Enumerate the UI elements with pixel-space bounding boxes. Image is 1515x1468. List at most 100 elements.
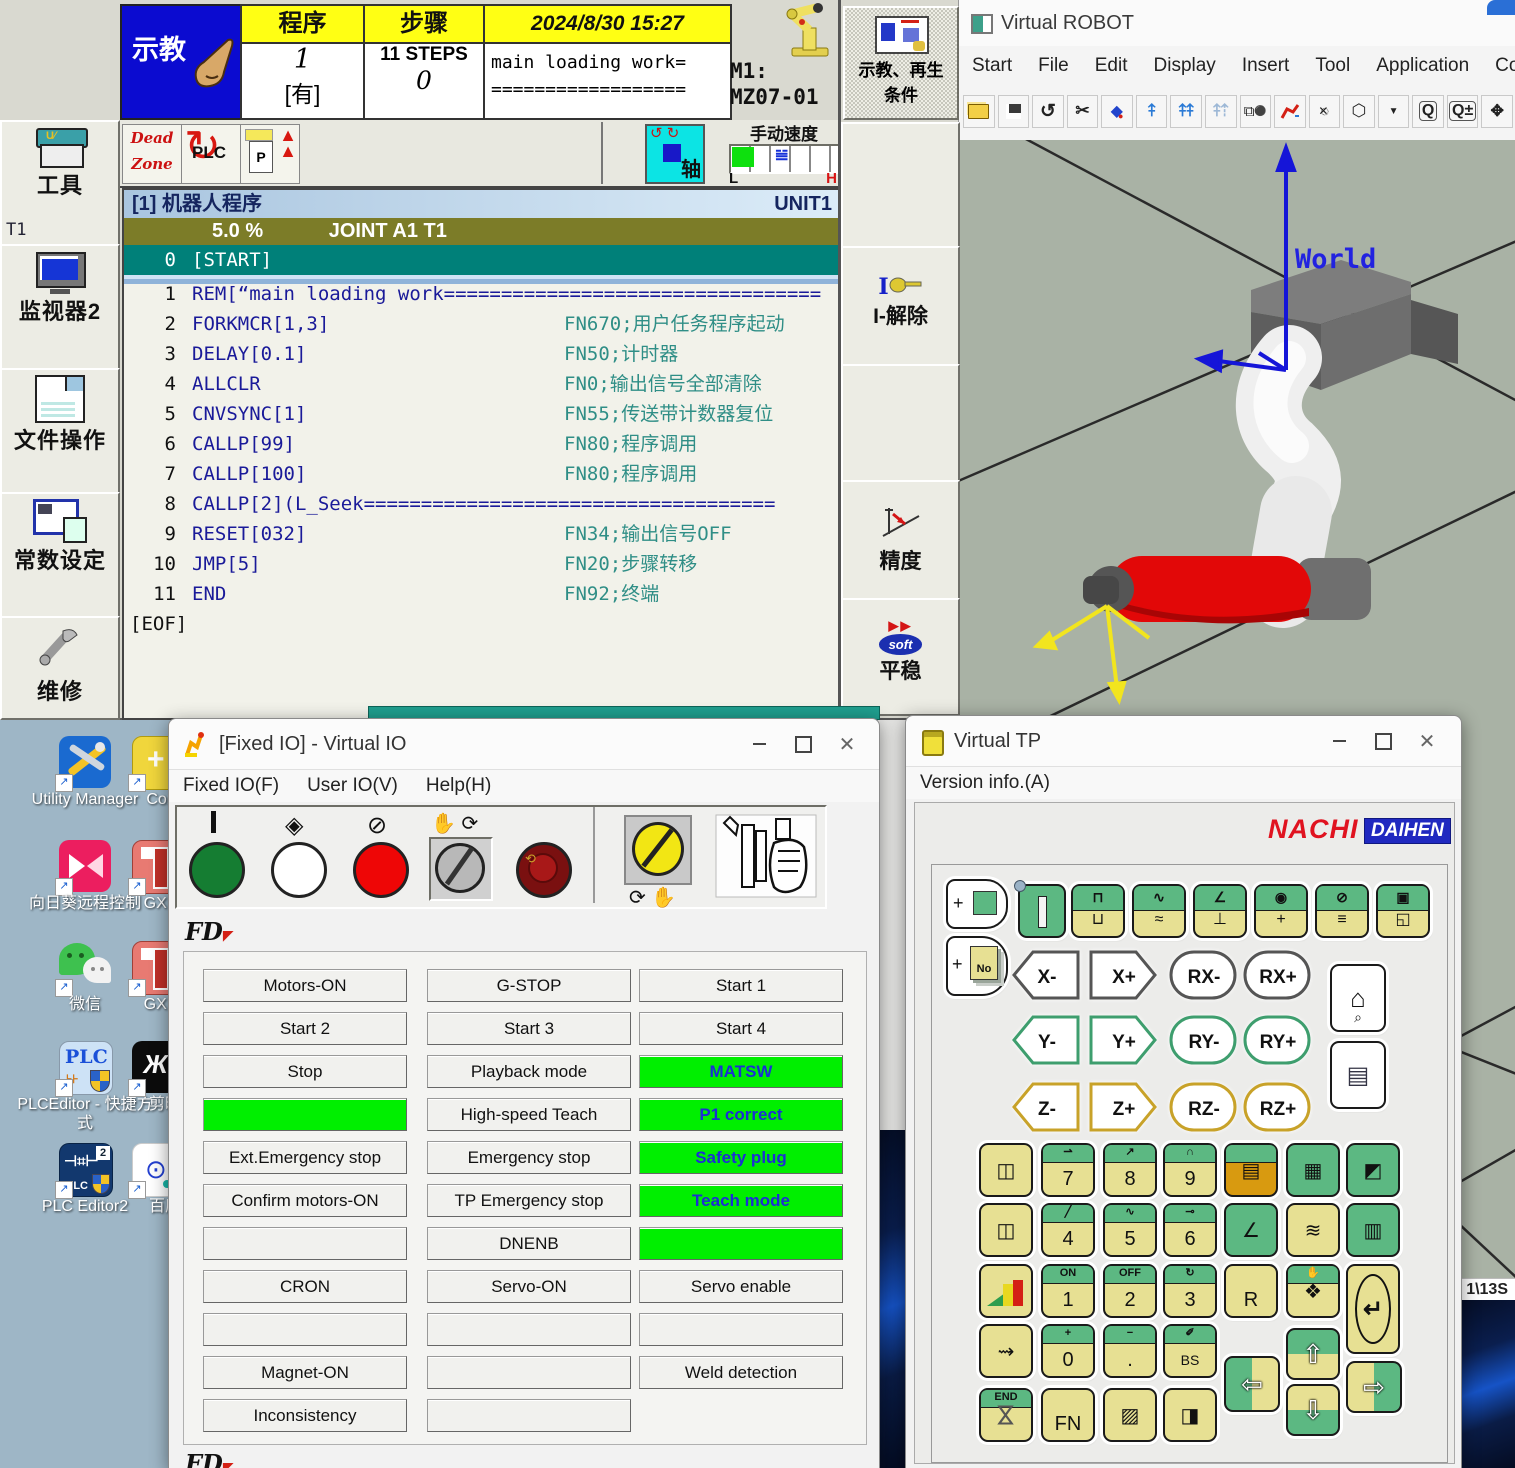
view-cube-icon[interactable]: ⬡ — [1343, 95, 1375, 128]
stop-lamp-button[interactable] — [353, 842, 409, 898]
key-7[interactable]: ⇀7 — [1041, 1143, 1095, 1197]
safety-plug-button[interactable]: Safety plug — [639, 1141, 843, 1174]
jog-key-RX+[interactable]: RX+ — [1242, 949, 1312, 1001]
jog-key-Y+[interactable]: Y+ — [1088, 1014, 1158, 1066]
jog-key-RZ+[interactable]: RZ+ — [1242, 1081, 1312, 1133]
io-blank-button[interactable] — [203, 1313, 407, 1346]
key-3[interactable]: ↻3 — [1163, 1264, 1217, 1318]
arrow-right-key[interactable]: ⇨ — [1346, 1361, 1402, 1413]
playback-mode-button[interactable]: Playback mode — [427, 1055, 631, 1088]
teach-playback-cond-button[interactable]: 示教、再生 条件 — [843, 6, 959, 120]
record-list-key[interactable]: ▤ — [1330, 1041, 1386, 1109]
servo-enable-button[interactable]: Servo enable — [639, 1270, 843, 1303]
blank-1[interactable] — [841, 122, 960, 248]
breaker-b-key[interactable]: ◫ — [979, 1203, 1033, 1257]
version-info-menu[interactable]: Version info.(A) — [920, 772, 1050, 794]
view-dropdown-icon[interactable]: ▼ — [1378, 95, 1410, 128]
key-6[interactable]: ⊸6 — [1163, 1203, 1217, 1257]
minimize-button[interactable] — [737, 729, 781, 759]
menu-insert[interactable]: Insert — [1242, 55, 1290, 77]
menu-tool[interactable]: Tool — [1315, 55, 1350, 77]
io-blank-button[interactable] — [203, 1098, 407, 1131]
key-5[interactable]: ∿5 — [1103, 1203, 1157, 1257]
arrow-down-key[interactable]: ⇩ — [1286, 1384, 1340, 1436]
edit-key[interactable]: ▨ — [1103, 1388, 1157, 1442]
breaker-a-key[interactable]: ◫ — [979, 1143, 1033, 1197]
robot-jog-icon[interactable] — [1274, 95, 1306, 128]
io-blank-button[interactable] — [639, 1227, 843, 1260]
desktop-icon-baidu[interactable]: ⊙↗ — [132, 1143, 168, 1195]
menu-display[interactable]: Display — [1154, 55, 1216, 77]
clamp-key[interactable]: ✋❖ — [1286, 1264, 1340, 1318]
frame-single-icon[interactable]: ⤉ — [1136, 95, 1168, 128]
overlap-key[interactable]: ▦ — [1286, 1143, 1340, 1197]
enable-grip-icon[interactable] — [714, 813, 818, 899]
io-blank-button[interactable] — [427, 1399, 631, 1432]
frame-ghost-icon[interactable]: ⤉⇡ — [1205, 95, 1237, 128]
menu-fixed-io-f-[interactable]: Fixed IO(F) — [183, 775, 279, 797]
desktop-icon-yplus[interactable]: +↗ — [132, 736, 168, 788]
confirm-motors-on-button[interactable]: Confirm motors-ON — [203, 1184, 407, 1217]
program-line-1[interactable]: 1REM[“main loading work=================… — [124, 279, 840, 309]
program-line-0[interactable]: 0[START] — [124, 245, 840, 279]
open-icon[interactable] — [963, 95, 995, 128]
axis-jog-button[interactable]: ↺ ↻ 轴 — [645, 124, 705, 184]
key-2[interactable]: OFF2 — [1103, 1264, 1157, 1318]
speed-key[interactable] — [979, 1264, 1033, 1318]
undo-icon[interactable]: ↺ — [1032, 95, 1064, 128]
key-bs[interactable]: ✐BS — [1163, 1324, 1217, 1378]
high-speed-teach-button[interactable]: High-speed Teach — [427, 1098, 631, 1131]
tp-emergency-stop-button[interactable]: TP Emergency stop — [427, 1184, 631, 1217]
start-3-button[interactable]: Start 3 — [427, 1012, 631, 1045]
servo-on-button[interactable]: Servo-ON — [427, 1270, 631, 1303]
desktop-icon-jy[interactable]: Ж↗ — [132, 1041, 168, 1093]
program-line-5[interactable]: 5CNVSYNC[1]FN55;传送带计数器复位 — [124, 399, 840, 429]
ext-emergency-stop-button[interactable]: Ext.Emergency stop — [203, 1141, 407, 1174]
program-line-4[interactable]: 4ALLCLRFN0;输出信号全部清除 — [124, 369, 840, 399]
plc-button[interactable]: ↻ PLC — [181, 124, 241, 184]
magnet-on-button[interactable]: Magnet-ON — [203, 1356, 407, 1389]
g-stop-button[interactable]: G-STOP — [427, 969, 631, 1002]
program-line-8[interactable]: 8CALLP[2](L_Seek========================… — [124, 489, 840, 519]
start-4-button[interactable]: Start 4 — [639, 1012, 843, 1045]
window-change-key[interactable]: + — [946, 879, 1008, 929]
program-line-9[interactable]: 9RESET[032]FN34;输出信号OFF — [124, 519, 840, 549]
motors-on-button[interactable]: Motors-ON — [203, 969, 407, 1002]
program-line-11[interactable]: 11ENDFN92;终端 — [124, 579, 840, 609]
teach-mode-button[interactable]: Teach mode — [639, 1184, 843, 1217]
program-line-10[interactable]: 10JMP[5]FN20;步骤转移 — [124, 549, 840, 579]
close-button[interactable]: ✕ — [825, 729, 869, 759]
object-drop-icon[interactable]: ⧉⚫ — [1240, 95, 1272, 128]
key-1[interactable]: ON1 — [1041, 1264, 1095, 1318]
search-key[interactable]: ⌂⌕ — [1330, 964, 1386, 1032]
cycle-lamp-button[interactable] — [271, 842, 327, 898]
page-key[interactable]: +No — [946, 936, 1008, 996]
smooth-button[interactable]: ▶▶soft平稳 — [841, 598, 960, 716]
dnenb-button[interactable]: DNENB — [427, 1227, 631, 1260]
jog-key-X+[interactable]: X+ — [1088, 949, 1158, 1001]
menu-application[interactable]: Application — [1376, 55, 1469, 77]
jog-key-RY-[interactable]: RY- — [1168, 1014, 1238, 1066]
close-button[interactable]: ✕ — [1405, 726, 1449, 756]
jog-key-RX-[interactable]: RX- — [1168, 949, 1238, 1001]
screen-switch-key[interactable]: ▣◱ — [1376, 884, 1430, 938]
mode-selector-switch[interactable] — [429, 837, 493, 901]
axis-op-key[interactable]: ∠ — [1224, 1203, 1278, 1257]
io-blank-button[interactable] — [427, 1313, 631, 1346]
start-1-button[interactable]: Start 1 — [639, 969, 843, 1002]
sidebar-item-2[interactable]: 监视器2 — [0, 244, 120, 370]
maximize-button[interactable] — [781, 729, 825, 759]
p1-correct-button[interactable]: P1 correct — [639, 1098, 843, 1131]
frame-multi-icon[interactable]: ⤉⤉ — [1170, 95, 1202, 128]
key-4[interactable]: ╱4 — [1041, 1203, 1095, 1257]
sidebar-item-3[interactable]: 文件操作 — [0, 368, 120, 494]
emergency-stop-button[interactable]: ⟲ — [516, 842, 572, 898]
io-blank-button[interactable] — [203, 1227, 407, 1260]
key-0[interactable]: +0 — [1041, 1324, 1095, 1378]
program-upload-button[interactable]: P ▲▲ — [240, 124, 300, 184]
emergency-stop-button[interactable]: Emergency stop — [427, 1141, 631, 1174]
jog-key-RY+[interactable]: RY+ — [1242, 1014, 1312, 1066]
menu-file[interactable]: File — [1038, 55, 1069, 77]
power-key[interactable] — [1018, 884, 1066, 938]
jog-key-RZ-[interactable]: RZ- — [1168, 1081, 1238, 1133]
